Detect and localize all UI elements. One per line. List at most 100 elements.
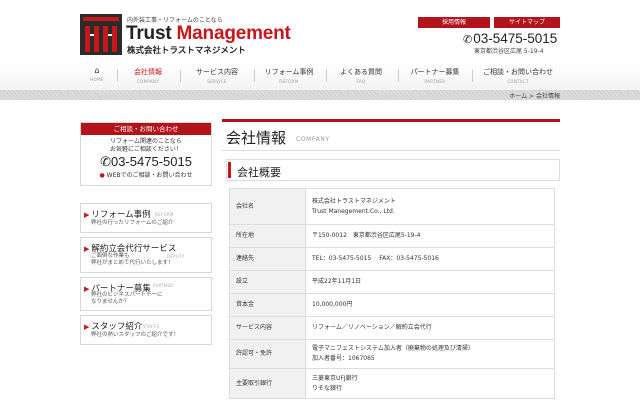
global-nav: ⌂ HOME 会社情報 COMPANY サービス内容 SERVICE リフォーム… [0,64,640,90]
sidebar-item-en: STAFFS [143,324,160,329]
table-row-value: 平成22年11月1日 [305,270,555,294]
sidebar-item-desc: 弊社の行ったリフォームのご紹介 [91,220,174,226]
table-row-label: 設立 [229,270,306,294]
table-row-value-line: 電子マニフェストシステム加入者（廃棄物の処理及び清掃） [312,345,474,352]
table-row: 会社名 株式会社トラストマネジメント Trust Manegement.Co.,… [229,188,555,225]
table-row-label: 許認可・免許 [229,339,306,369]
nav-contact[interactable]: ご相談・お問い合わせ CONTACT [476,64,560,88]
nav-reform[interactable]: リフォーム事例 REFORM [258,64,320,88]
sidebar-item-desc: 弊社のビジネスパートナーに [91,292,163,298]
recruit-link[interactable]: 採用情報 [418,17,490,28]
sidebar-contact-header: ご相談・お問い合わせ [81,123,211,135]
home-icon: ⌂ [94,66,100,75]
header-phone: ✆03-5475-5015 [463,31,557,46]
table-row-value: 〒150-0012 東京都渋谷区広尾5-19-4 [305,224,555,248]
nav-faq[interactable]: よくある質問 FAQ [330,64,392,88]
breadcrumb-separator: > [529,93,535,100]
nav-company[interactable]: 会社情報 COMPANY [120,64,176,88]
table-row-value-line: 加入者番号：1067065 [312,355,375,362]
arrow-icon: ▶ [84,211,90,219]
brand-name-jp: 株式会社トラストマネジメント [127,46,246,56]
nav-contact-en: CONTACT [507,79,529,84]
sidebar-item-label: スタッフ紹介 [91,322,143,332]
logo-icon[interactable] [80,14,122,55]
sidebar-item-title: ▶ スタッフ紹介 [84,320,142,332]
nav-partner-label: パートナー募集 [410,68,460,76]
sidebar: ご相談・お問い合わせ リフォーム関連のことなら お気軽にご相談ください！ ✆03… [80,122,212,186]
table-row-label: 所在地 [229,224,306,248]
sidebar-contact-phone: ✆03-5475-5015 [81,154,211,169]
sidebar-item-deputy[interactable]: ▶ 解約立会代行サービス DEPUTY ご面倒な作業も 弊社がまとめて代行いたしま… [80,237,212,273]
page-title-rule [222,150,560,151]
nav-home-en: HOME [90,77,104,82]
sidebar-item-desc: 弊社の熱いスタッフのご紹介です！ [91,332,180,338]
nav-company-label: 会社情報 [134,68,162,76]
breadcrumb-current: 会社情報 [535,93,560,100]
table-row-value: 10,000,000円 [305,293,555,317]
nav-home[interactable]: ⌂ HOME [80,64,114,88]
table-row: 所在地 〒150-0012 東京都渋谷区広尾5-19-4 [229,224,555,248]
table-row-label: サービス内容 [229,316,306,340]
section-heading-bar [228,162,231,178]
breadcrumb: ホーム > 会社情報 [509,91,560,100]
table-row-value: リフォーム／リノベーション／解約立会代行 [305,316,555,340]
breadcrumb-band: ホーム > 会社情報 [0,90,640,100]
brand-name-part1: Trust [126,23,172,44]
table-row: 連絡先 TEL：03-5475-5015 FAX：03-5475-5016 [229,247,555,271]
sidebar-contact-web[interactable]: ● WEBでのご相談・お問い合わせ [81,170,211,179]
table-row-value-line: 三菱東京UFJ銀行 [312,374,358,382]
nav-faq-en: FAQ [356,79,366,84]
arrow-icon: ● [99,172,105,179]
sidebar-item-title: ▶ リフォーム事例 [84,208,151,220]
site-header: 内外装工事・リフォームのことなら Trust Management 株式会社トラ… [0,0,640,66]
table-row-label: 主要取引銀行 [229,368,306,399]
sitemap-link[interactable]: サイトマップ [494,17,560,28]
table-row-label: 連絡先 [229,247,306,271]
sidebar-item-reform[interactable]: ▶ リフォーム事例 REFORM 弊社の行ったリフォームのご紹介 [80,203,212,233]
nav-partner[interactable]: パートナー募集 PARTNER [402,64,468,88]
sidebar-item-desc: なりませんか？ [91,299,130,305]
phone-icon: ✆ [463,34,473,46]
table-row: 許認可・免許 電子マニフェストシステム加入者（廃棄物の処理及び清掃） 加入者番号… [229,339,555,369]
table-row-value: 株式会社トラストマネジメント Trust Manegement.Co., Ltd… [305,188,555,225]
nav-service-label: サービス内容 [196,68,238,76]
nav-reform-en: REFORM [279,79,299,84]
table-row: 主要取引銀行 三菱東京UFJ銀行 りそな銀行 [229,368,555,399]
sidebar-contact-phone-number: 03-5475-5015 [110,154,192,169]
sidebar-item-partner[interactable]: ▶ パートナー募集 PARTNER 弊社のビジネスパートナーに なりませんか？ [80,277,212,311]
table-row-value-line: りそな銀行 [312,384,343,392]
sidebar-contact-web-label: WEBでのご相談・お問い合わせ [106,172,193,179]
sidebar-item-staffs[interactable]: ▶ スタッフ紹介 STAFFS 弊社の熱いスタッフのご紹介です！ [80,315,212,345]
sidebar-item-en: PARTNER [153,283,174,288]
section-heading: 会社概要 [226,159,560,181]
company-table: 会社名 株式会社トラストマネジメント Trust Manegement.Co.,… [229,188,555,399]
breadcrumb-home[interactable]: ホーム [509,93,527,100]
table-row-value: TEL：03-5475-5015 FAX：03-5475-5016 [305,247,555,271]
table-row-value: 三菱東京UFJ銀行 りそな銀行 [305,368,555,399]
company-table-wrap: 会社名 株式会社トラストマネジメント Trust Manegement.Co.,… [229,188,555,400]
sidebar-item-desc: ご面倒な作業も [91,253,130,259]
table-row: 設立 平成22年11月1日 [229,270,555,294]
phone-icon: ✆ [100,154,111,169]
section-heading-label: 会社概要 [237,166,281,179]
nav-partner-en: PARTNER [424,79,446,84]
table-row-value-line: 株式会社トラストマネジメント [312,197,396,205]
nav-reform-label: リフォーム事例 [264,68,314,76]
arrow-icon: ▶ [84,285,90,293]
nav-contact-label: ご相談・お問い合わせ [483,68,553,76]
table-row: 資本金 10,000,000円 [229,293,555,317]
table-row-value: 電子マニフェストシステム加入者（廃棄物の処理及び清掃） 加入者番号：106706… [305,339,555,369]
brand-name-part2: Management [176,23,291,44]
brand-name[interactable]: Trust Management [126,23,291,45]
table-row-label: 会社名 [229,188,306,225]
sidebar-contact-line2: お気軽にご相談ください！ [110,146,182,153]
table-row-label: 資本金 [229,293,306,317]
sidebar-item-en: REFORM [155,212,174,217]
page-title: 会社情報 [226,129,287,147]
sidebar-contact-box[interactable]: ご相談・お問い合わせ リフォーム関連のことなら お気軽にご相談ください！ ✆03… [80,122,212,186]
header-address: 東京都渋谷区広尾 5-19-4 [474,48,544,55]
sidebar-item-label: リフォーム事例 [91,210,151,220]
table-row: サービス内容 リフォーム／リノベーション／解約立会代行 [229,316,555,340]
nav-service[interactable]: サービス内容 SERVICE [184,64,250,88]
arrow-icon: ▶ [84,245,90,253]
